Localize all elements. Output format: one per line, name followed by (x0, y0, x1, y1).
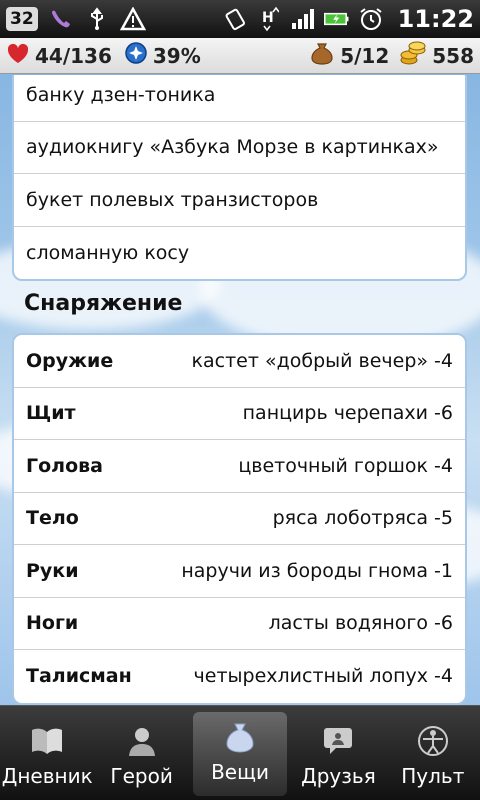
tab-friends[interactable]: Друзья (291, 706, 385, 800)
gold-coins-icon (399, 40, 427, 71)
bottom-tab-bar: Дневник Герой Вещи Друзья Пульт (0, 705, 480, 800)
notification-count-badge: 32 (6, 7, 38, 31)
equipment-item: ряса лоботряса -5 (272, 507, 453, 530)
tab-hero[interactable]: Герой (94, 706, 188, 800)
warning-icon (119, 6, 146, 32)
equipment-row[interactable]: Ноги ласты водяного -6 (14, 598, 465, 650)
tab-items-label: Вещи (211, 760, 269, 784)
equipment-item: наручи из бороды гнома -1 (181, 559, 453, 582)
tab-remote[interactable]: Пульт (386, 706, 480, 800)
equipment-slot: Руки (26, 559, 79, 582)
inventory-item[interactable]: аудиокнигу «Азбука Морзе в картинках» (14, 122, 465, 174)
signal-icon (290, 6, 316, 32)
chat-icon (321, 724, 355, 758)
equipment-row[interactable]: Талисман четырехлистный лопух -4 (14, 650, 465, 703)
items-scroll-area[interactable]: банку дзен-тоника аудиокнигу «Азбука Мор… (0, 75, 480, 705)
equipment-slot: Ноги (26, 612, 79, 635)
clock: 11:22 (397, 5, 474, 33)
tab-remote-label: Пульт (401, 764, 465, 788)
health-stat: 44/136 (6, 42, 112, 69)
inventory-stat: 5/12 (309, 40, 389, 71)
equipment-row[interactable]: Тело ряса лоботряса -5 (14, 493, 465, 545)
equipment-slot: Щит (26, 402, 76, 425)
equipment-section-title: Снаряжение (24, 291, 183, 316)
voicemail-icon (48, 6, 74, 32)
equipment-slot: Голова (26, 454, 103, 477)
usb-icon (84, 6, 110, 32)
equipment-row[interactable]: Руки наручи из бороды гнома -1 (14, 545, 465, 598)
inventory-item[interactable]: сломанную косу (14, 227, 465, 280)
tab-diary[interactable]: Дневник (0, 706, 94, 800)
tab-hero-label: Герой (110, 764, 173, 788)
inventory-value: 5/12 (340, 43, 390, 68)
sack-icon (309, 40, 335, 71)
tab-friends-label: Друзья (301, 764, 376, 788)
equipment-list: Оружие кастет «добрый вечер» -4 Щит панц… (12, 333, 467, 705)
svg-text:H: H (262, 10, 274, 26)
equipment-item: четырехлистный лопух -4 (193, 665, 453, 688)
gold-stat: 558 (399, 40, 474, 71)
status-bar: 32 H 11:22 (0, 0, 480, 38)
hero-stats-bar: 44/136 39% 5/12 558 (0, 38, 480, 74)
equipment-item: панцирь черепахи -6 (242, 402, 453, 425)
book-icon (30, 724, 64, 758)
hero-icon (125, 724, 159, 758)
network-h-icon: H (256, 6, 282, 32)
equipment-row[interactable]: Голова цветочный горшок -4 (14, 440, 465, 493)
vibrate-icon (222, 6, 248, 32)
equipment-item: ласты водяного -6 (268, 612, 453, 635)
godpower-icon (124, 41, 148, 70)
heart-icon (6, 42, 30, 69)
gold-value: 558 (432, 43, 474, 68)
godpower-stat: 39% (124, 41, 201, 70)
inventory-item[interactable]: банку дзен-тоника (14, 75, 465, 122)
alarm-icon (358, 6, 384, 32)
equipment-row[interactable]: Щит панцирь черепахи -6 (14, 388, 465, 440)
tab-items[interactable]: Вещи (192, 712, 288, 796)
inventory-item[interactable]: букет полевых транзисторов (14, 174, 465, 227)
inventory-list: банку дзен-тоника аудиокнигу «Азбука Мор… (12, 75, 467, 281)
bag-icon (223, 720, 257, 754)
tab-diary-label: Дневник (1, 764, 93, 788)
equipment-item: кастет «добрый вечер» -4 (191, 349, 453, 372)
equipment-row[interactable]: Оружие кастет «добрый вечер» -4 (14, 335, 465, 388)
battery-icon (323, 6, 350, 32)
health-value: 44/136 (35, 43, 112, 68)
equipment-slot: Талисман (26, 665, 132, 688)
equipment-slot: Тело (26, 507, 79, 530)
vitruvian-icon (416, 724, 450, 758)
godpower-value: 39% (152, 43, 201, 68)
equipment-item: цветочный горшок -4 (238, 454, 453, 477)
equipment-slot: Оружие (26, 349, 114, 372)
